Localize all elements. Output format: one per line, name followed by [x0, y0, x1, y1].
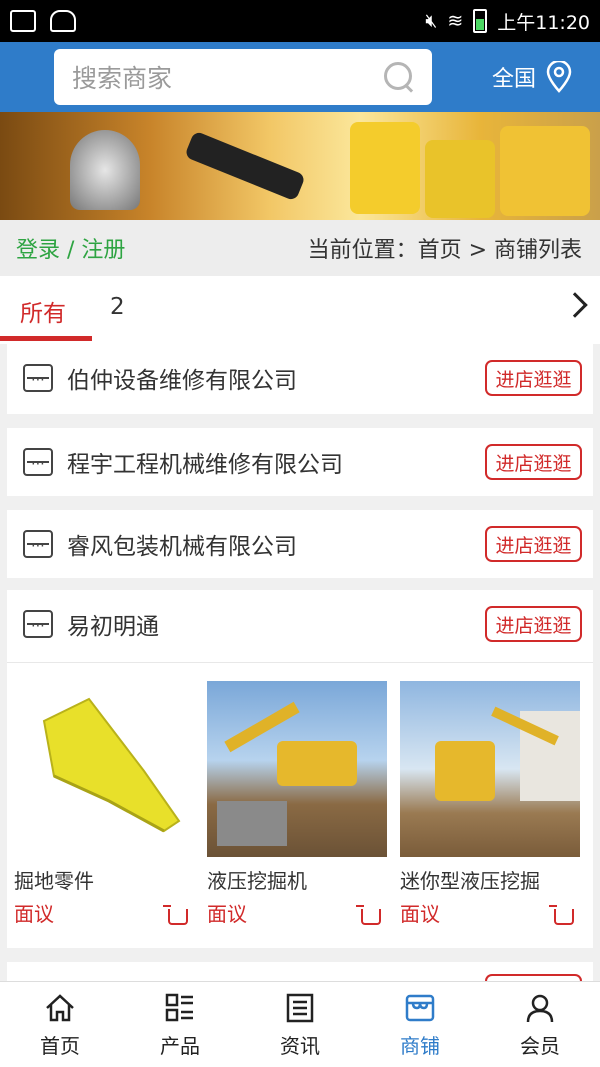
- tabbar-item-products[interactable]: 产品: [120, 982, 240, 1067]
- promo-banner[interactable]: [0, 112, 600, 220]
- user-icon[interactable]: [524, 992, 556, 1024]
- wifi-icon: ≋: [447, 10, 464, 32]
- shop-name[interactable]: 易初明通: [67, 607, 159, 641]
- tabbar-label[interactable]: 会员: [520, 1030, 560, 1059]
- shop-name[interactable]: 程宇工程机械维修有限公司: [67, 445, 343, 479]
- status-bar: 🔇︎ ≋ 上午11:20: [0, 0, 600, 42]
- mute-icon: 🔇︎: [425, 10, 438, 32]
- region-selector[interactable]: 全国: [492, 61, 574, 93]
- visit-shop-button[interactable]: 进店逛逛: [485, 606, 582, 642]
- shop-icon: [23, 610, 53, 638]
- grid-list-icon[interactable]: [164, 992, 196, 1024]
- news-icon[interactable]: [284, 992, 316, 1024]
- product-price: 面议: [207, 902, 247, 926]
- product-image[interactable]: [14, 681, 194, 857]
- category-tabs: 所有 2: [0, 276, 600, 344]
- tabbar-label[interactable]: 商铺: [400, 1030, 440, 1059]
- banner-injector-image: [184, 130, 306, 202]
- breadcrumb-bar: 登录 / 注册 当前位置：首页 > 商铺列表: [0, 220, 600, 276]
- product-item[interactable]: 掘地零件 面议: [14, 681, 194, 927]
- banner-filter-image: [500, 126, 590, 216]
- shop-card: 程宇工程机械维修有限公司 进店逛逛: [7, 428, 593, 496]
- visit-shop-button[interactable]: 进店逛逛: [485, 360, 582, 396]
- product-item[interactable]: 液压挖掘机 面议: [207, 681, 387, 927]
- login-register-link[interactable]: 登录 / 注册: [16, 232, 125, 264]
- product-image[interactable]: [400, 681, 580, 857]
- shop-card-partial: [7, 962, 593, 981]
- shop-products: 掘地零件 面议 液压挖掘机 面议 迷你型液压挖掘 面议: [7, 662, 593, 950]
- search-icon[interactable]: [384, 62, 414, 92]
- breadcrumb: 当前位置：首页 > 商铺列表: [307, 238, 582, 263]
- banner-filter-image: [425, 140, 495, 218]
- tabbar-item-home[interactable]: 首页: [0, 982, 120, 1067]
- screenshot-icon: [10, 10, 36, 32]
- bottom-tab-bar: 首页 产品 资讯 商铺 会员: [0, 981, 600, 1067]
- tabbar-item-member[interactable]: 会员: [480, 982, 600, 1067]
- shop-card: 伯仲设备维修有限公司 进店逛逛: [7, 344, 593, 414]
- shop-name[interactable]: 睿风包装机械有限公司: [67, 527, 297, 561]
- banner-part-image: [70, 130, 140, 210]
- visit-shop-button[interactable]: 进店逛逛: [485, 526, 582, 562]
- product-item[interactable]: 迷你型液压挖掘 面议: [400, 681, 580, 927]
- top-header: 搜索商家 全国: [0, 42, 600, 112]
- shop-card: 易初明通 进店逛逛 掘地零件 面议: [7, 590, 593, 948]
- battery-icon: [473, 9, 488, 33]
- tabbar-item-news[interactable]: 资讯: [240, 982, 360, 1067]
- visit-shop-button-partial[interactable]: [485, 974, 582, 981]
- product-name[interactable]: 掘地零件: [14, 865, 194, 894]
- banner-filter-image: [350, 122, 420, 214]
- tabbar-label[interactable]: 资讯: [280, 1030, 320, 1059]
- tab-page-2[interactable]: 2: [110, 294, 125, 320]
- product-price: 面议: [14, 902, 54, 926]
- search-box[interactable]: 搜索商家: [54, 49, 432, 105]
- tabbar-label[interactable]: 产品: [160, 1030, 200, 1059]
- active-tab-indicator: [0, 336, 92, 341]
- cart-icon[interactable]: [356, 905, 381, 925]
- product-image[interactable]: [207, 681, 387, 857]
- shop-icon[interactable]: [404, 992, 436, 1024]
- region-label[interactable]: 全国: [492, 61, 536, 93]
- status-time: 上午11:20: [497, 11, 590, 34]
- tabbar-label[interactable]: 首页: [40, 1030, 80, 1059]
- product-name[interactable]: 液压挖掘机: [207, 865, 387, 894]
- cart-icon[interactable]: [549, 905, 574, 925]
- shop-card: 睿风包装机械有限公司 进店逛逛: [7, 510, 593, 578]
- cart-icon[interactable]: [163, 905, 188, 925]
- chevron-right-icon[interactable]: [562, 292, 588, 318]
- android-icon: [50, 10, 76, 32]
- shop-icon: [23, 364, 53, 392]
- shop-list[interactable]: 伯仲设备维修有限公司 进店逛逛 程宇工程机械维修有限公司 进店逛逛 睿风包装机械…: [0, 344, 600, 981]
- search-input[interactable]: 搜索商家: [72, 59, 172, 95]
- home-icon[interactable]: [44, 992, 76, 1024]
- product-name[interactable]: 迷你型液压挖掘: [400, 865, 580, 894]
- tab-all[interactable]: 所有: [20, 294, 66, 328]
- shop-icon: [23, 448, 53, 476]
- shop-name[interactable]: 伯仲设备维修有限公司: [67, 361, 297, 395]
- product-price: 面议: [400, 902, 440, 926]
- tabbar-item-shops[interactable]: 商铺: [360, 982, 480, 1067]
- shop-icon: [23, 530, 53, 558]
- location-pin-icon[interactable]: [544, 61, 574, 93]
- visit-shop-button[interactable]: 进店逛逛: [485, 444, 582, 480]
